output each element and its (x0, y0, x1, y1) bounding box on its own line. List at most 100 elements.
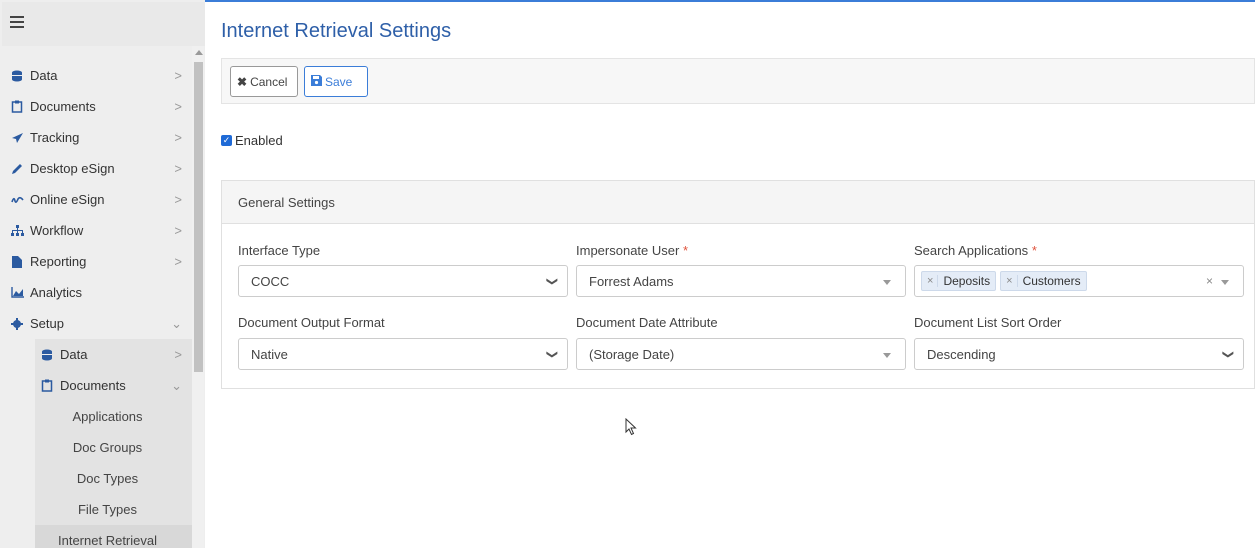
chevron-right-icon: > (174, 347, 182, 362)
sidebar-item-workflow[interactable]: Workflow > (2, 215, 192, 246)
interface-type-select[interactable]: COCC ❯ (238, 265, 568, 297)
impersonate-user-value: Forrest Adams (589, 273, 674, 289)
sidebar-item-setup[interactable]: Setup ⌄ (2, 308, 192, 339)
chevron-down-icon: ⌄ (171, 316, 182, 331)
document-output-format-label: Document Output Format (238, 315, 385, 330)
interface-type-value: COCC (251, 273, 290, 289)
dropdown-arrow-icon (883, 280, 891, 285)
document-list-sort-order-value: Descending (927, 346, 996, 362)
file-icon (10, 255, 24, 269)
enabled-label: Enabled (235, 133, 283, 148)
close-icon: ✖ (237, 74, 248, 89)
save-button[interactable]: Save (304, 66, 368, 97)
sidebar-item-data[interactable]: Data > (2, 60, 192, 91)
search-application-tag[interactable]: × Customers (1000, 271, 1087, 291)
sidebar-item-doc-types[interactable]: Doc Types (35, 463, 192, 494)
area-chart-icon (10, 286, 24, 300)
required-marker: * (1031, 243, 1037, 258)
interface-type-label: Interface Type (238, 243, 321, 258)
toolbar: ✖ Cancel Save (221, 58, 1255, 104)
main-content: Internet Retrieval Settings ✖ Cancel Sav… (205, 0, 1255, 548)
sidebar-scrollbar-thumb[interactable] (194, 62, 203, 372)
enabled-checkbox-row[interactable]: ✓ Enabled (221, 133, 283, 148)
document-date-attribute-value: (Storage Date) (589, 346, 675, 362)
paper-plane-icon (10, 131, 24, 145)
gear-icon (10, 317, 24, 331)
clipboard-icon (40, 379, 54, 393)
sidebar-item-label: Documents (60, 378, 126, 393)
document-list-sort-order-select[interactable]: Descending ❯ (914, 338, 1244, 370)
sidebar-header (2, 2, 205, 46)
sidebar-item-label: Analytics (30, 285, 83, 300)
scroll-up-arrow-icon[interactable] (195, 50, 203, 55)
setup-submenu: Data > Documents ⌄ Applications Doc Grou… (35, 339, 192, 548)
sidebar-item-setup-documents[interactable]: Documents ⌄ (35, 370, 192, 401)
sidebar-item-applications[interactable]: Applications (35, 401, 192, 432)
sidebar: Data > Documents > Tracking > Desktop eS… (0, 0, 205, 548)
sidebar-item-documents[interactable]: Documents > (2, 91, 192, 122)
cancel-button[interactable]: ✖ Cancel (230, 66, 298, 97)
search-applications-label: Search Applications * (914, 243, 1037, 258)
general-settings-panel: General Settings Interface Type COCC ❯ I… (221, 180, 1255, 389)
search-applications-multiselect[interactable]: × Deposits × Customers × (914, 265, 1244, 297)
clear-selection-icon[interactable]: × (1206, 274, 1213, 288)
search-application-tag[interactable]: × Deposits (921, 271, 997, 291)
sidebar-item-setup-data[interactable]: Data > (35, 339, 192, 370)
page-title: Internet Retrieval Settings (221, 20, 452, 42)
signature-icon (10, 193, 24, 207)
document-output-format-value: Native (251, 346, 288, 362)
floppy-disk-icon (311, 74, 322, 89)
sidebar-item-label: Reporting (30, 254, 87, 269)
pencil-icon (10, 162, 24, 176)
sidebar-item-label: Setup (30, 316, 64, 331)
sidebar-item-analytics[interactable]: Analytics (2, 277, 192, 308)
chevron-down-icon: ❯ (545, 349, 558, 360)
sidebar-item-reporting[interactable]: Reporting > (2, 246, 192, 277)
sitemap-icon (10, 224, 24, 238)
dropdown-arrow-icon (883, 353, 891, 358)
document-list-sort-order-label: Document List Sort Order (914, 315, 1062, 330)
chevron-right-icon: > (174, 130, 182, 145)
document-date-attribute-label: Document Date Attribute (576, 315, 718, 330)
remove-tag-icon[interactable]: × (927, 275, 939, 287)
hamburger-menu-icon[interactable] (10, 16, 24, 28)
sidebar-item-internet-retrieval[interactable]: Internet Retrieval (35, 525, 192, 548)
chevron-right-icon: > (174, 68, 182, 83)
sidebar-item-tracking[interactable]: Tracking > (2, 122, 192, 153)
sidebar-item-label: Desktop eSign (30, 161, 115, 176)
sidebar-item-label: Doc Types (76, 471, 139, 486)
chevron-right-icon: > (174, 99, 182, 114)
sidebar-item-file-types[interactable]: File Types (35, 494, 192, 525)
chevron-right-icon: > (174, 192, 182, 207)
chevron-down-icon: ❯ (1221, 349, 1234, 360)
enabled-checkbox[interactable]: ✓ (221, 135, 232, 146)
cancel-button-label: Cancel (250, 74, 288, 89)
sidebar-item-label: Data (60, 347, 88, 362)
general-settings-header: General Settings (222, 181, 1254, 224)
chevron-right-icon: > (174, 223, 182, 238)
sidebar-item-label: Applications (72, 409, 143, 424)
chevron-right-icon: > (174, 161, 182, 176)
required-marker: * (682, 243, 689, 258)
sidebar-item-label: File Types (77, 502, 137, 517)
database-icon (10, 69, 24, 83)
sidebar-item-label: Internet Retrieval (58, 533, 157, 548)
sidebar-item-label: Data (30, 68, 58, 83)
chevron-right-icon: > (174, 254, 182, 269)
sidebar-item-label: Doc Groups (72, 440, 143, 455)
sidebar-item-doc-groups[interactable]: Doc Groups (35, 432, 192, 463)
sidebar-item-label: Documents (30, 99, 96, 114)
impersonate-user-select[interactable]: Forrest Adams (576, 265, 906, 297)
save-button-label: Save (325, 74, 353, 89)
database-icon (40, 348, 54, 362)
document-output-format-select[interactable]: Native ❯ (238, 338, 568, 370)
chevron-down-icon: ❯ (545, 276, 558, 287)
sidebar-item-label: Tracking (30, 130, 80, 145)
mouse-cursor-icon (625, 417, 637, 439)
sidebar-item-online-esign[interactable]: Online eSign > (2, 184, 192, 215)
sidebar-item-label: Online eSign (30, 192, 105, 207)
sidebar-item-desktop-esign[interactable]: Desktop eSign > (2, 153, 192, 184)
document-date-attribute-select[interactable]: (Storage Date) (576, 338, 906, 370)
remove-tag-icon[interactable]: × (1006, 275, 1018, 287)
impersonate-user-label: Impersonate User * (576, 243, 689, 258)
